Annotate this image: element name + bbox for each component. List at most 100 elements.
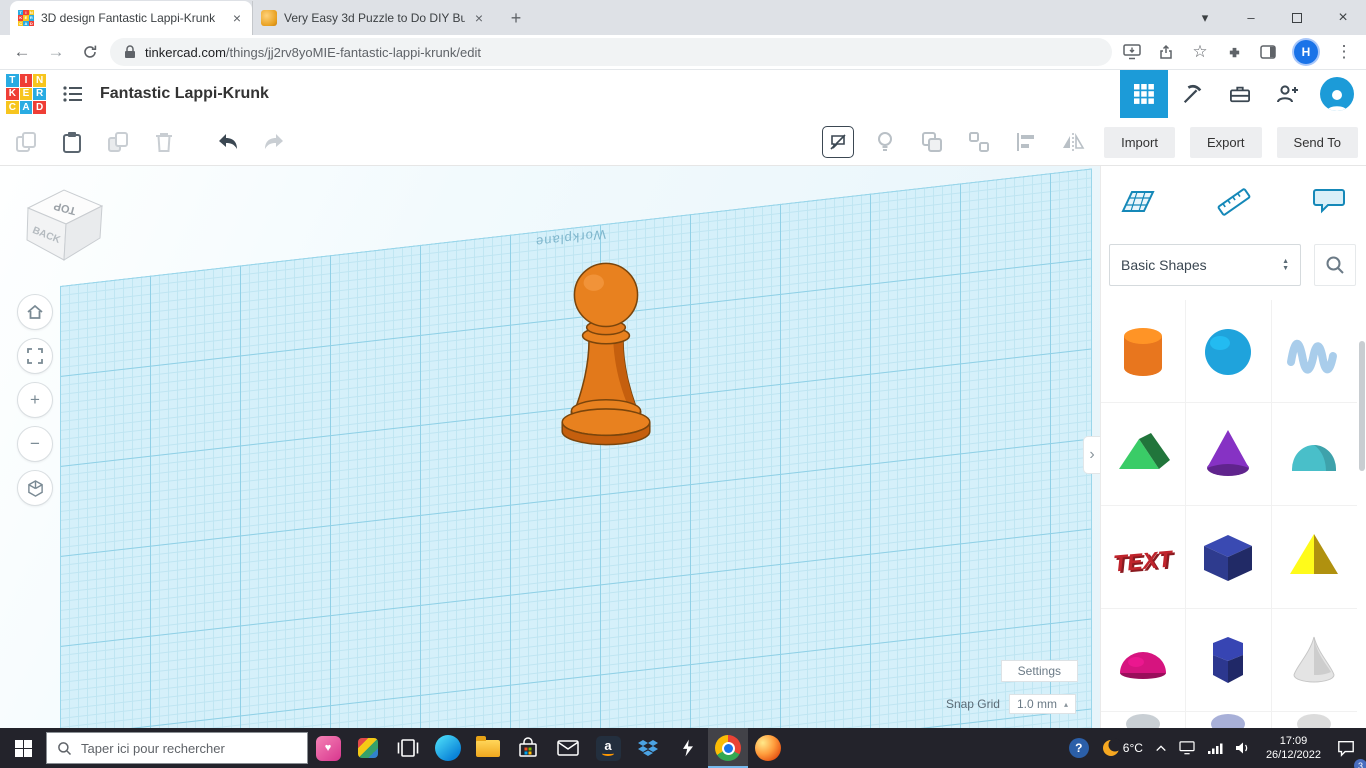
hidden-icons-button[interactable] <box>1149 728 1173 768</box>
taskbar-app-pink[interactable]: ♥ <box>308 728 348 768</box>
design-menu-button[interactable] <box>56 77 90 111</box>
workplane-tool-button[interactable] <box>1115 178 1161 224</box>
start-button[interactable] <box>0 728 46 768</box>
taskbar-app-mail[interactable] <box>548 728 588 768</box>
shape-roof[interactable] <box>1101 403 1187 506</box>
panel-scrollbar[interactable] <box>1359 341 1365 471</box>
shape-paraboloid[interactable] <box>1271 609 1357 712</box>
ungroup-button[interactable] <box>963 126 995 158</box>
redo-button[interactable] <box>258 126 290 158</box>
help-tray-button[interactable]: ? <box>1063 728 1095 768</box>
pawn-model[interactable] <box>550 256 662 456</box>
url-bar[interactable]: tinkercad.com/things/jj2rv8yoMIE-fantast… <box>110 38 1112 66</box>
refresh-button[interactable] <box>76 38 104 66</box>
install-app-button[interactable] <box>1118 38 1146 66</box>
collaborate-button[interactable] <box>1264 70 1312 118</box>
refresh-icon <box>84 45 97 58</box>
taskbar-app-zap[interactable] <box>668 728 708 768</box>
ruler-tool-button[interactable] <box>1211 178 1257 224</box>
taskbar-app-firefox[interactable] <box>748 728 788 768</box>
tab-close-icon[interactable]: × <box>230 10 244 26</box>
tab-secondary[interactable]: Very Easy 3d Puzzle to Do DIY Bu × <box>252 1 494 35</box>
taskbar-search-input[interactable] <box>81 740 297 756</box>
volume-tray-button[interactable] <box>1229 728 1257 768</box>
share-button[interactable] <box>1152 38 1180 66</box>
undo-button[interactable] <box>212 126 244 158</box>
extensions-button[interactable] <box>1220 38 1248 66</box>
send-to-button[interactable]: Send To <box>1276 126 1358 158</box>
window-minimize-button[interactable]: – <box>1228 0 1274 35</box>
window-maximize-button[interactable] <box>1274 0 1320 35</box>
dashboard-grid-button[interactable] <box>1120 70 1168 118</box>
browser-profile-avatar[interactable]: H <box>1294 40 1318 64</box>
back-button[interactable]: ← <box>8 38 36 66</box>
taskbar-app-store[interactable] <box>508 728 548 768</box>
snap-grid-select[interactable]: 1.0 mm ▴ <box>1008 694 1076 714</box>
import-button[interactable]: Import <box>1104 126 1175 158</box>
shape-shape[interactable] <box>1271 712 1357 728</box>
tab-tinkercad[interactable]: TINKERCAD 3D design Fantastic Lappi-Krun… <box>10 1 252 35</box>
zoom-in-button[interactable]: + <box>17 382 53 418</box>
view-cube[interactable]: TOP BACK <box>14 178 114 278</box>
taskbar-app-amazon[interactable]: a <box>588 728 628 768</box>
shape-shape[interactable] <box>1186 712 1272 728</box>
browser-menu-button[interactable]: ⋮ <box>1330 38 1358 66</box>
settings-button[interactable]: Settings <box>1000 660 1078 682</box>
shape-polygon[interactable] <box>1186 609 1272 712</box>
taskbar-app-edge[interactable] <box>428 728 468 768</box>
taskbar-app-explorer[interactable] <box>468 728 508 768</box>
shape-search-button[interactable] <box>1314 244 1356 286</box>
network-tray-button[interactable] <box>1201 728 1229 768</box>
tinkercad-logo[interactable]: TINKERCAD <box>4 72 48 116</box>
notifications-button[interactable]: 3 <box>1330 728 1366 768</box>
weather-widget[interactable]: 6°C <box>1095 728 1149 768</box>
window-close-button[interactable]: × <box>1320 0 1366 35</box>
taskbar-app-dropbox[interactable] <box>628 728 668 768</box>
taskbar-search[interactable] <box>46 732 308 764</box>
align-button[interactable] <box>1010 126 1042 158</box>
fit-view-button[interactable] <box>17 338 53 374</box>
task-view-button[interactable] <box>388 728 428 768</box>
tinker-tools-button[interactable] <box>1168 70 1216 118</box>
delete-button[interactable] <box>148 126 180 158</box>
side-panel-button[interactable] <box>1254 38 1282 66</box>
perspective-toggle-button[interactable] <box>17 470 53 506</box>
shape-box[interactable] <box>1186 506 1272 609</box>
side-panel-icon <box>1260 45 1276 59</box>
bookmark-button[interactable]: ☆ <box>1186 38 1214 66</box>
panel-collapse-handle[interactable]: › <box>1083 436 1100 474</box>
taskbar-app-chrome[interactable] <box>708 728 748 768</box>
taskbar-app-mini[interactable] <box>348 728 388 768</box>
shape-pyramid[interactable] <box>1271 506 1357 609</box>
user-avatar[interactable] <box>1320 77 1354 111</box>
forward-button[interactable]: → <box>42 38 70 66</box>
zoom-out-button[interactable]: − <box>17 426 53 462</box>
toggle-notes-button[interactable] <box>822 126 855 158</box>
shape-half-sphere[interactable] <box>1101 609 1187 712</box>
home-view-button[interactable] <box>17 294 53 330</box>
group-button[interactable] <box>916 126 948 158</box>
shape-cone[interactable] <box>1186 403 1272 506</box>
classes-button[interactable] <box>1216 70 1264 118</box>
mirror-button[interactable] <box>1057 126 1089 158</box>
paste-button[interactable] <box>56 126 88 158</box>
shape-category-select[interactable]: Basic Shapes ▲ ▼ <box>1109 244 1301 286</box>
display-tray-button[interactable] <box>1173 728 1201 768</box>
viewport-3d[interactable]: Workplane TOP BACK + − › Settings Snap G… <box>0 166 1100 728</box>
tray-clock[interactable]: 17:09 26/12/2022 <box>1257 734 1330 762</box>
tab-close-icon[interactable]: × <box>472 10 486 26</box>
shape-text[interactable]: TEXT TEXT <box>1101 506 1187 609</box>
notes-tool-button[interactable] <box>1306 178 1352 224</box>
duplicate-button[interactable] <box>102 126 134 158</box>
shape-round-roof[interactable] <box>1271 403 1357 506</box>
shape-sphere[interactable] <box>1186 300 1272 403</box>
shape-cylinder[interactable] <box>1101 300 1187 403</box>
tab-search-chevron-icon[interactable]: ▾ <box>1182 0 1228 35</box>
shape-shape[interactable] <box>1101 712 1187 728</box>
design-title[interactable]: Fantastic Lappi-Krunk <box>100 85 269 103</box>
new-tab-button[interactable]: + <box>502 4 530 32</box>
shape-scribble[interactable] <box>1271 300 1357 403</box>
tips-button[interactable] <box>869 126 901 158</box>
copy-button[interactable] <box>10 126 42 158</box>
export-button[interactable]: Export <box>1189 126 1262 158</box>
